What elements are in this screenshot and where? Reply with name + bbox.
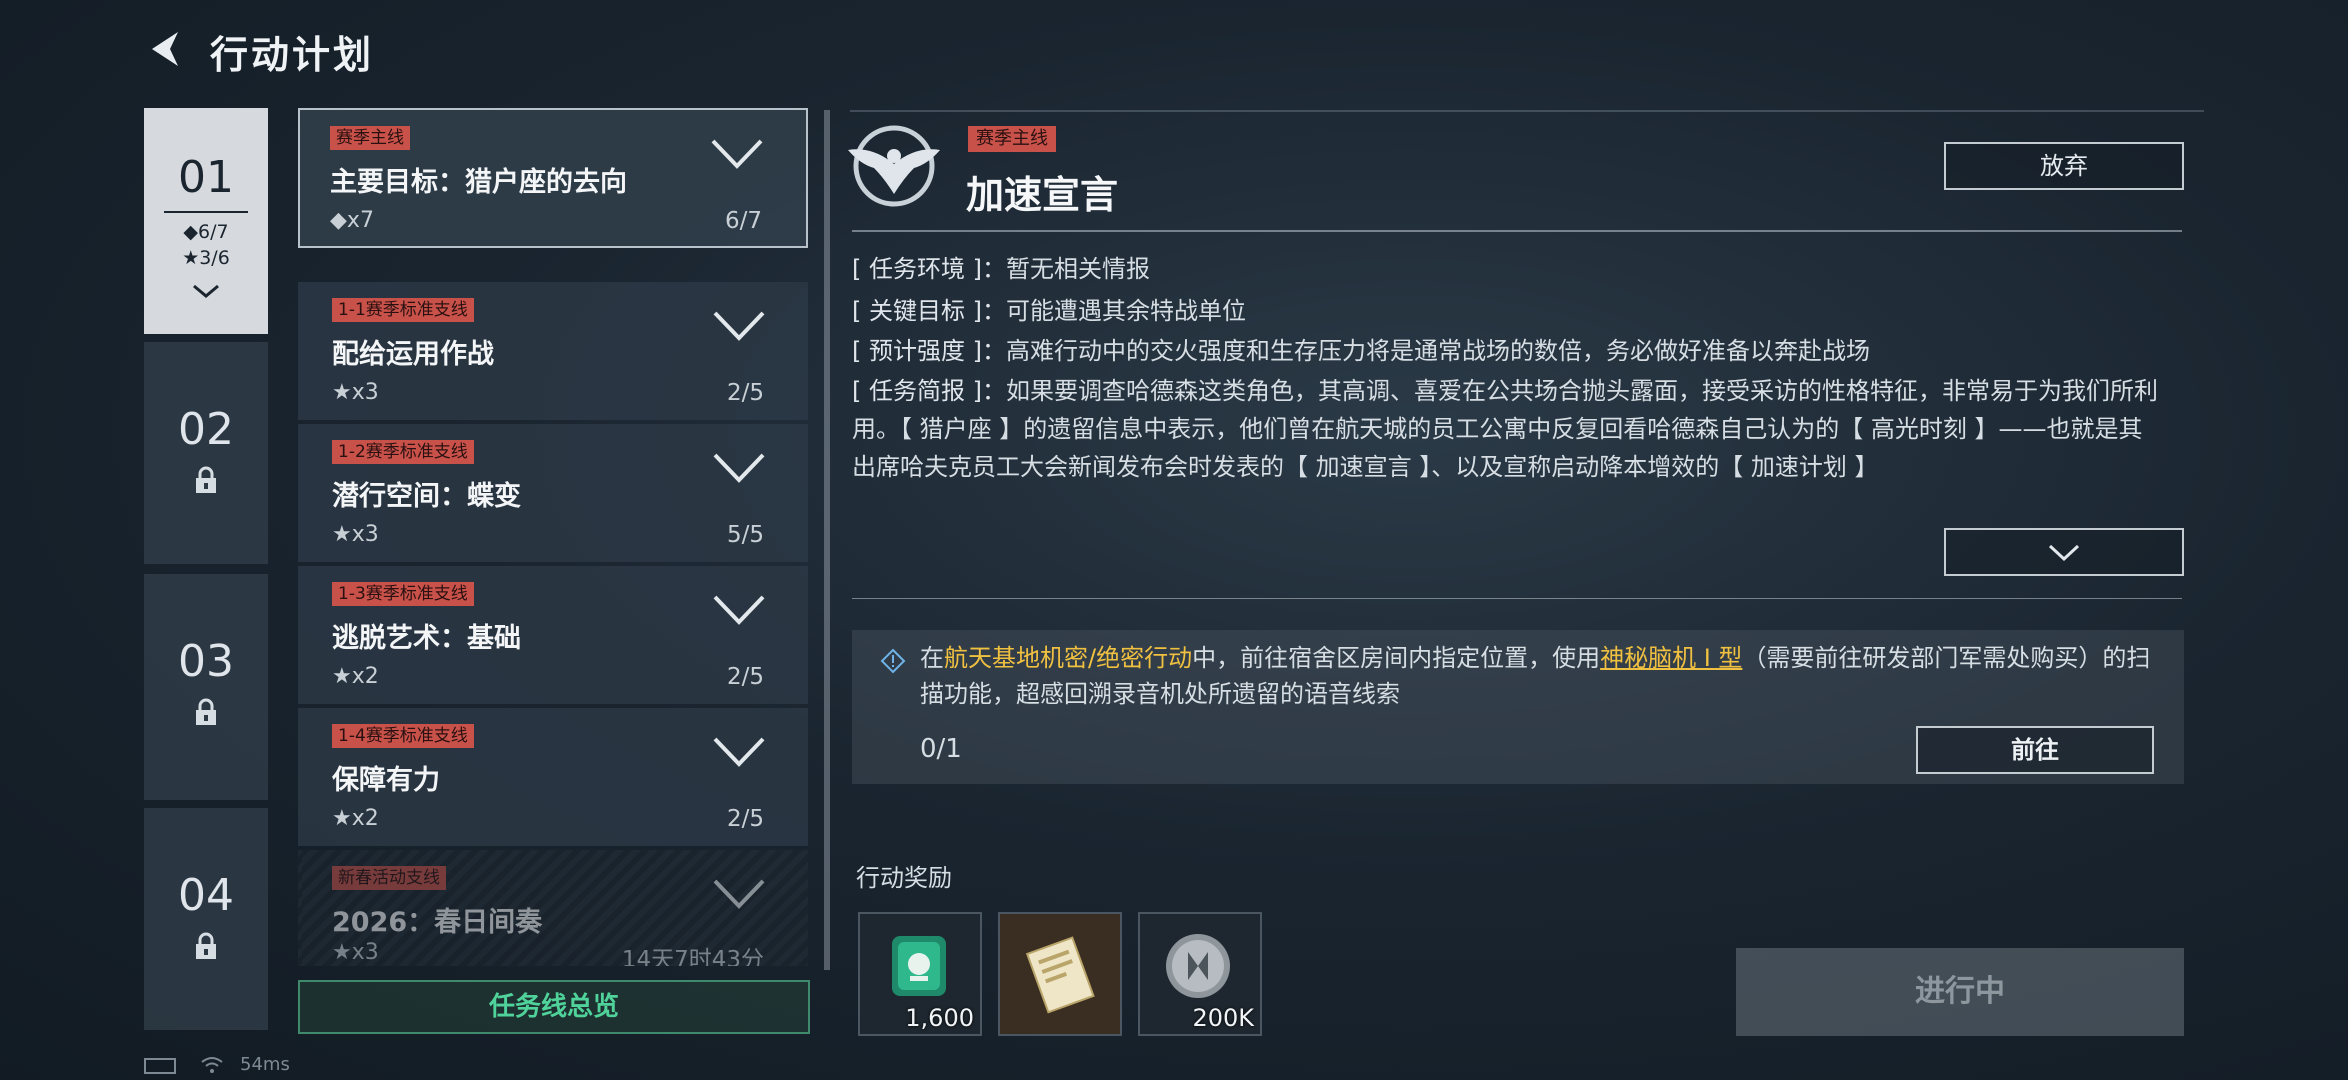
info-key: [ 任务环境 ]： xyxy=(852,255,1006,283)
battery-icon xyxy=(144,1058,176,1074)
reward-quantity: 1,600 xyxy=(905,1004,974,1032)
questline-overview-button[interactable]: 任务线总览 xyxy=(298,980,810,1034)
info-value: 如果要调查哈德森这类角色，其高调、喜爱在公共场合抛头露面，接受采访的性格特征，非… xyxy=(852,377,2158,481)
task-text: 在 xyxy=(920,644,944,672)
quest-name: 保障有力 xyxy=(332,765,440,796)
scrollbar[interactable] xyxy=(824,110,830,970)
quest-tag: 新春活动支线 xyxy=(332,866,446,890)
info-value: 可能遭遇其余特战单位 xyxy=(1005,297,1246,325)
lock-icon xyxy=(196,932,216,959)
chevron-down-icon[interactable] xyxy=(710,734,768,770)
diamond-stat: ◆6/7 xyxy=(183,221,229,243)
divider xyxy=(852,598,2182,599)
quest-reward: ★x2 xyxy=(332,664,379,689)
task-text: 中，前往宿舍区房间内指定位置，使用 xyxy=(1192,644,1601,672)
chevron-down-icon[interactable] xyxy=(710,450,768,486)
quest-tag: 1-3赛季标准支线 xyxy=(332,582,474,606)
quest-tag: 赛季主线 xyxy=(968,126,1056,152)
quest-tag: 1-1赛季标准支线 xyxy=(332,298,474,322)
chapter-tab-01[interactable]: 01 ◆6/7 ★3/6 xyxy=(144,108,268,334)
chevron-down-icon xyxy=(193,284,219,298)
task-progress: 0/1 xyxy=(920,734,962,764)
reward-item[interactable]: 1,600 xyxy=(858,912,982,1036)
quest-tag: 1-2赛季标准支线 xyxy=(332,440,474,464)
document-card-icon xyxy=(1025,936,1095,1014)
divider xyxy=(850,110,2204,112)
quest-name: 逃脱艺术：基础 xyxy=(332,623,521,654)
quest-progress: 2/5 xyxy=(726,380,764,406)
quest-title: 加速宣言 xyxy=(966,173,1119,217)
quest-reward: ★x3 xyxy=(332,380,379,405)
quest-card[interactable]: 1-2赛季标准支线 潜行空间：蝶变 ★x3 5/5 xyxy=(298,424,808,562)
eagle-emblem-icon xyxy=(848,125,940,207)
chapter-tab-02[interactable]: 02 xyxy=(144,342,268,564)
quest-name: 配给运用作战 xyxy=(332,339,494,370)
quest-progress: 5/5 xyxy=(726,522,764,548)
chapter-number: 01 xyxy=(178,152,234,203)
wifi-icon xyxy=(201,1057,223,1073)
reward-item[interactable]: 200K xyxy=(1138,912,1262,1036)
quest-progress: 2/5 xyxy=(726,806,764,832)
task-description: 在航天基地机密/绝密行动中，前往宿舍区房间内指定位置，使用神秘脑机 I 型（需要… xyxy=(920,640,2170,712)
quest-card[interactable]: 1-1赛季标准支线 配给运用作战 ★x3 2/5 xyxy=(298,282,808,420)
diamond-alert-icon xyxy=(880,648,906,674)
quest-reward: ★x2 xyxy=(332,806,379,831)
task-item-link[interactable]: 神秘脑机 I 型 xyxy=(1600,644,1742,672)
quest-name: 潜行空间：蝶变 xyxy=(332,481,521,512)
quest-tag: 赛季主线 xyxy=(330,126,410,150)
reward-quantity: 200K xyxy=(1192,1004,1254,1032)
lock-icon xyxy=(196,698,216,725)
abandon-button[interactable]: 放弃 xyxy=(1944,142,2184,190)
info-intensity: [ 预计强度 ]：高难行动中的交火强度和生存压力将是通常战场的数倍，务必做好准备… xyxy=(852,332,2152,370)
quest-name: 2026：春日间奏 xyxy=(332,907,543,938)
divider xyxy=(852,230,2182,232)
chapter-number: 02 xyxy=(178,404,234,455)
info-key: [ 任务简报 ]： xyxy=(852,377,1006,405)
quest-reward: ★x3 xyxy=(332,522,379,547)
chapter-number: 03 xyxy=(178,636,234,687)
info-environment: [ 任务环境 ]：暂无相关情报 xyxy=(852,250,2152,288)
quest-card[interactable]: 1-3赛季标准支线 逃脱艺术：基础 ★x2 2/5 xyxy=(298,566,808,704)
quest-card-main[interactable]: 赛季主线 主要目标：猎户座的去向 ◆x7 6/7 xyxy=(298,108,808,248)
quest-reward: ★x3 xyxy=(332,940,379,965)
quest-card[interactable]: 1-4赛季标准支线 保障有力 ★x2 2/5 xyxy=(298,708,808,846)
task-location-link[interactable]: 航天基地机密/绝密行动 xyxy=(944,644,1192,672)
info-key: [ 预计强度 ]： xyxy=(852,337,1006,365)
expand-briefing-button[interactable] xyxy=(1944,528,2184,576)
quest-name: 主要目标：猎户座的去向 xyxy=(330,167,627,198)
chapter-tab-04[interactable]: 04 xyxy=(144,808,268,1030)
chapter-number: 04 xyxy=(178,870,234,921)
ping-label: 54ms xyxy=(240,1054,290,1075)
back-arrow-icon[interactable] xyxy=(140,24,190,74)
quest-reward: ◆x7 xyxy=(330,208,374,233)
info-value: 高难行动中的交火强度和生存压力将是通常战场的数倍，务必做好准备以奔赴战场 xyxy=(1005,337,1870,365)
rewards-label: 行动奖励 xyxy=(856,864,952,892)
go-button[interactable]: 前往 xyxy=(1916,726,2154,774)
quest-progress: 6/7 xyxy=(724,208,762,234)
chevron-down-icon[interactable] xyxy=(710,592,768,628)
chevron-down-icon[interactable] xyxy=(710,876,768,912)
quest-tag: 1-4赛季标准支线 xyxy=(332,724,474,748)
quest-countdown: 14天7时43分 xyxy=(621,947,764,966)
chapter-tab-03[interactable]: 03 xyxy=(144,574,268,800)
info-value: 暂无相关情报 xyxy=(1005,255,1150,283)
in-progress-button: 进行中 xyxy=(1736,948,2184,1036)
quest-progress: 2/5 xyxy=(726,664,764,690)
star-stat: ★3/6 xyxy=(182,247,230,269)
chevron-down-icon xyxy=(2048,544,2080,562)
chevron-down-icon[interactable] xyxy=(710,308,768,344)
reward-item[interactable] xyxy=(998,912,1122,1036)
divider xyxy=(164,211,248,213)
info-key: [ 关键目标 ]： xyxy=(852,297,1006,325)
page-title: 行动计划 xyxy=(210,33,375,77)
info-briefing: [ 任务简报 ]：如果要调查哈德森这类角色，其高调、喜爱在公共场合抛头露面，接受… xyxy=(852,372,2162,522)
chevron-down-icon[interactable] xyxy=(708,136,766,172)
lock-icon xyxy=(196,466,216,493)
info-key-goal: [ 关键目标 ]：可能遭遇其余特战单位 xyxy=(852,292,2152,330)
quest-card-event[interactable]: 新春活动支线 2026：春日间奏 ★x3 14天7时43分 xyxy=(298,850,808,966)
